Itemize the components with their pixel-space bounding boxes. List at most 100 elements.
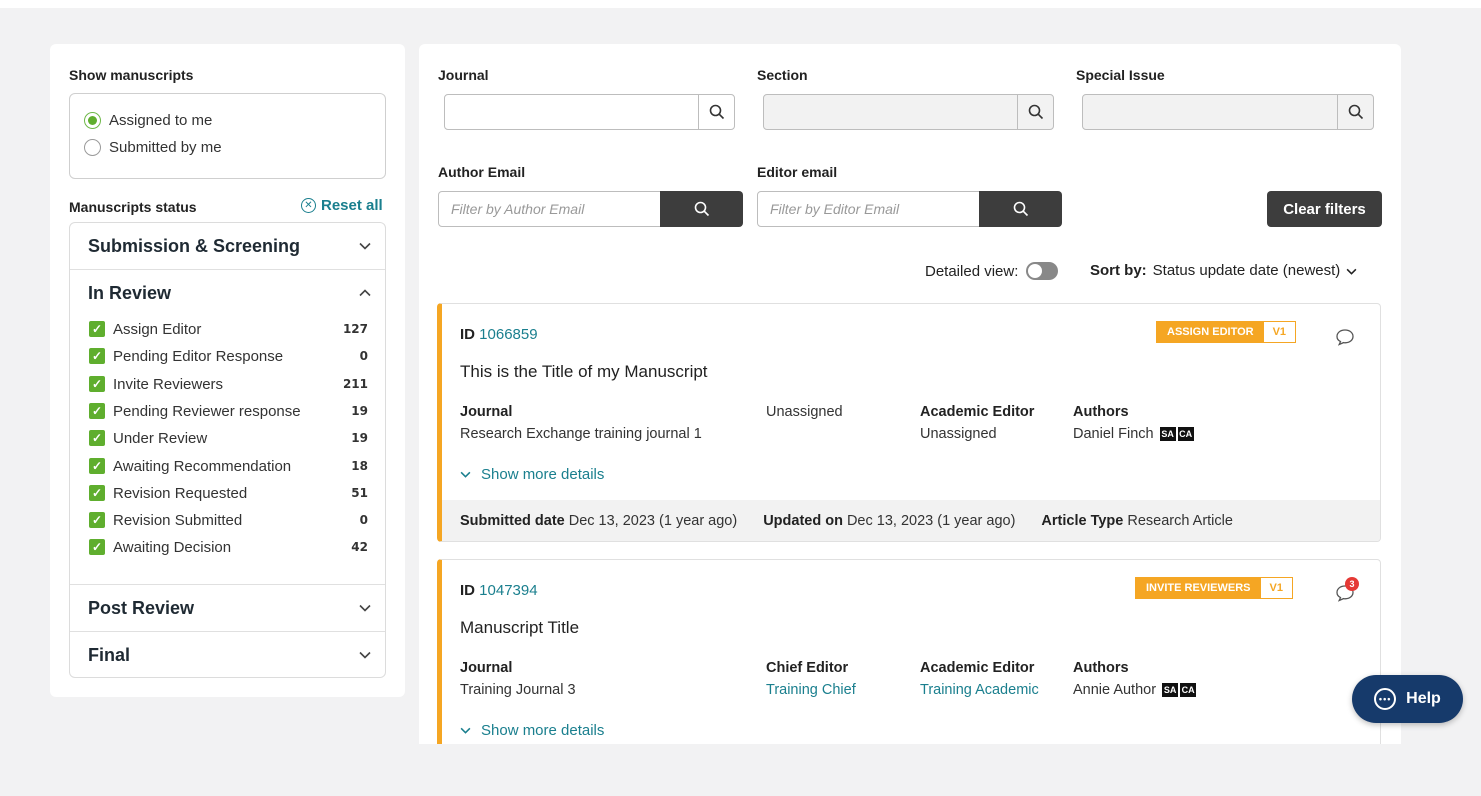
manuscript-id: ID 1066859 — [460, 326, 538, 343]
status-badge-label: INVITE REVIEWERS — [1136, 578, 1261, 598]
status-item-count: 0 — [359, 349, 368, 363]
article-type: Article Type Research Article — [1041, 513, 1233, 529]
manuscript-id: ID 1047394 — [460, 582, 538, 599]
status-item-revision-requested[interactable]: ✓ Revision Requested 51 — [89, 482, 372, 504]
accordion-post-review[interactable]: Post Review — [70, 585, 385, 631]
search-icon[interactable] — [1337, 95, 1373, 129]
article-type-label: Article Type — [1041, 512, 1124, 529]
academic-editor-column: Academic Editor Training Academic — [920, 660, 1039, 698]
detailed-view-toggle[interactable] — [1026, 262, 1059, 280]
show-more-label: Show more details — [481, 466, 605, 483]
academic-editor-heading: Academic Editor — [920, 660, 1035, 676]
chevron-down-icon — [359, 648, 371, 662]
journal-column: Journal Training Journal 3 — [460, 660, 576, 698]
status-item-count: 211 — [342, 377, 368, 391]
status-item-count: 18 — [351, 459, 368, 473]
detailed-view-control: Detailed view: — [925, 262, 1059, 280]
chevron-down-icon — [359, 239, 371, 253]
authors-column: Authors Daniel Finch SA CA — [1073, 404, 1194, 442]
reset-all-button[interactable]: ✕ Reset all — [301, 197, 383, 214]
manuscript-title[interactable]: Manuscript Title — [460, 618, 579, 638]
status-item-under-review[interactable]: ✓ Under Review 19 — [89, 427, 372, 449]
chevron-down-icon — [460, 469, 471, 481]
manuscript-card[interactable]: ID 1066859 ASSIGN EDITOR V1 This is the … — [437, 303, 1381, 542]
checkbox-checked-icon[interactable]: ✓ — [89, 403, 105, 419]
journal-heading: Journal — [460, 404, 513, 420]
detailed-view-label: Detailed view: — [925, 262, 1019, 280]
accordion-in-review[interactable]: In Review — [70, 270, 385, 316]
section-filter-input[interactable] — [763, 94, 1054, 130]
manuscript-id-link[interactable]: 1047394 — [479, 582, 537, 599]
chat-icon[interactable] — [1335, 328, 1355, 351]
author-email-input[interactable]: Filter by Author Email — [438, 191, 661, 227]
radio-button[interactable] — [84, 112, 101, 129]
authors-heading: Authors — [1073, 404, 1129, 420]
show-more-details-link[interactable]: Show more details — [460, 466, 604, 483]
status-item-count: 127 — [342, 322, 368, 336]
manuscripts-status-heading: Manuscripts status — [69, 199, 197, 215]
status-item-label: Pending Reviewer response — [113, 402, 301, 420]
journal-value: Research Exchange training journal 1 — [460, 426, 702, 442]
chevron-down-icon — [460, 725, 471, 737]
checkbox-checked-icon[interactable]: ✓ — [89, 512, 105, 528]
reset-all-label: Reset all — [321, 197, 383, 214]
status-item-invite-reviewers[interactable]: ✓ Invite Reviewers 211 — [89, 373, 372, 395]
authors-heading: Authors — [1073, 660, 1129, 676]
status-item-label: Awaiting Recommendation — [113, 457, 292, 475]
status-item-revision-submitted[interactable]: ✓ Revision Submitted 0 — [89, 509, 372, 531]
chevron-up-icon — [359, 286, 371, 300]
author-email-search-button[interactable] — [660, 191, 743, 227]
manuscript-card[interactable]: ID 1047394 INVITE REVIEWERS V1 3 Manuscr… — [437, 559, 1381, 744]
status-accordion: Submission & Screening In Review ✓ Assig… — [69, 222, 386, 678]
show-manuscripts-box: Assigned to me Submitted by me — [69, 93, 386, 179]
status-item-count: 0 — [359, 513, 368, 527]
author-email-label: Author Email — [438, 164, 526, 180]
academic-editor-heading: Academic Editor — [920, 404, 1035, 420]
checkbox-checked-icon[interactable]: ✓ — [89, 430, 105, 446]
checkbox-checked-icon[interactable]: ✓ — [89, 321, 105, 337]
checkbox-checked-icon[interactable]: ✓ — [89, 458, 105, 474]
status-item-label: Awaiting Decision — [113, 538, 232, 556]
search-icon — [1013, 201, 1028, 217]
checkbox-checked-icon[interactable]: ✓ — [89, 376, 105, 392]
status-item-assign-editor[interactable]: ✓ Assign Editor 127 — [89, 318, 372, 340]
author-tag-ca: CA — [1180, 683, 1197, 697]
editor-email-search-button[interactable] — [979, 191, 1062, 227]
manuscript-card-footer: Submitted date Dec 13, 2023 (1 year ago) … — [442, 500, 1380, 541]
sort-by-value[interactable]: Status update date (newest) — [1153, 262, 1341, 279]
status-item-awaiting-recommendation[interactable]: ✓ Awaiting Recommendation 18 — [89, 455, 372, 477]
radio-button[interactable] — [84, 139, 101, 156]
special-issue-filter-input[interactable] — [1082, 94, 1374, 130]
radio-submitted-by-me[interactable]: Submitted by me — [84, 139, 222, 156]
show-more-details-link[interactable]: Show more details — [460, 722, 604, 739]
filters-sidebar: Show manuscripts Assigned to me Submitte… — [50, 44, 405, 697]
search-icon[interactable] — [698, 95, 734, 129]
status-item-awaiting-decision[interactable]: ✓ Awaiting Decision 42 — [89, 536, 372, 558]
status-item-label: Invite Reviewers — [113, 375, 224, 393]
academic-editor-value: Unassigned — [920, 426, 997, 442]
clear-filters-button[interactable]: Clear filters — [1267, 191, 1382, 227]
status-item-label: Revision Submitted — [113, 511, 243, 529]
editor-email-label: Editor email — [757, 164, 838, 180]
checkbox-checked-icon[interactable]: ✓ — [89, 539, 105, 555]
chief-editor-link[interactable]: Training Chief — [766, 682, 856, 698]
checkbox-checked-icon[interactable]: ✓ — [89, 485, 105, 501]
manuscript-id-link[interactable]: 1066859 — [479, 326, 537, 343]
manuscript-title[interactable]: This is the Title of my Manuscript — [460, 362, 708, 382]
status-item-pending-reviewer-response[interactable]: ✓ Pending Reviewer response 19 — [89, 400, 372, 422]
sort-control[interactable]: Sort by: Status update date (newest) — [1090, 262, 1357, 279]
special-issue-filter-label: Special Issue — [1076, 67, 1165, 83]
show-more-label: Show more details — [481, 722, 605, 739]
checkbox-checked-icon[interactable]: ✓ — [89, 348, 105, 364]
status-item-pending-editor-response[interactable]: ✓ Pending Editor Response 0 — [89, 345, 372, 367]
academic-editor-link[interactable]: Training Academic — [920, 682, 1039, 698]
accordion-submission-screening[interactable]: Submission & Screening — [70, 223, 385, 269]
editor-email-input[interactable]: Filter by Editor Email — [757, 191, 980, 227]
search-icon[interactable] — [1017, 95, 1053, 129]
help-button[interactable]: ••• Help — [1352, 675, 1463, 723]
accordion-final[interactable]: Final — [70, 632, 385, 677]
journal-filter-input[interactable] — [444, 94, 735, 130]
chat-bubble-icon: ••• — [1374, 688, 1397, 710]
radio-assigned-to-me[interactable]: Assigned to me — [84, 112, 212, 129]
version-badge: V1 — [1263, 322, 1296, 342]
